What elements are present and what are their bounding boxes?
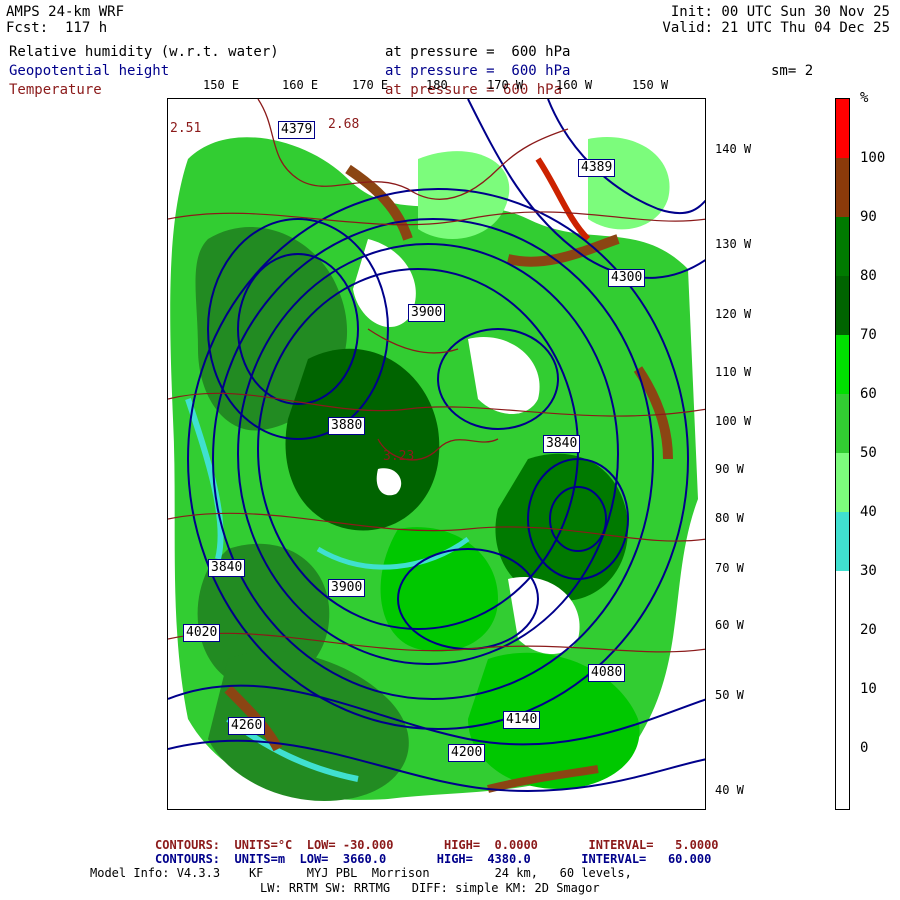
legend-color-bar: [835, 98, 850, 810]
legend-tick: 0: [860, 740, 869, 756]
top-lon-label: 160 E: [282, 78, 319, 92]
height-label: 4020: [183, 624, 221, 642]
legend-tick: 70: [860, 327, 877, 343]
legend-tick: 80: [860, 268, 877, 284]
gh-field-name: Geopotential height: [9, 63, 170, 79]
height-label: 4389: [578, 159, 616, 177]
model-title: AMPS 24-km WRF: [6, 4, 125, 20]
top-lon-label: 170 E: [352, 78, 389, 92]
top-lon-label: 180: [426, 78, 448, 92]
right-lon-label: 120 W: [715, 307, 752, 321]
legend-tick: 50: [860, 445, 877, 461]
height-label: 4200: [448, 744, 486, 762]
legend-segment: [836, 217, 849, 276]
legend-tick: 30: [860, 563, 877, 579]
gh-field-level: at pressure = 600 hPa: [385, 63, 571, 79]
height-label: 4260: [228, 717, 266, 735]
height-label: 3840: [543, 435, 581, 453]
right-lon-label: 80 W: [715, 511, 744, 525]
valid-time: Valid: 21 UTC Thu 04 Dec 25: [662, 20, 890, 36]
temp-contour-info: CONTOURS: UNITS=°C LOW= -30.000 HIGH= 0.…: [155, 838, 719, 852]
forecast-hour: Fcst: 117 h: [6, 20, 108, 36]
legend-tick: 90: [860, 209, 877, 225]
height-label: 3880: [328, 417, 366, 435]
right-lon-label: 50 W: [715, 688, 744, 702]
map-canvas: [168, 99, 705, 809]
temp-label: 3.23: [383, 449, 415, 464]
top-lon-label: 170 W: [487, 78, 524, 92]
init-time: Init: 00 UTC Sun 30 Nov 25: [670, 4, 890, 20]
right-lon-label: 110 W: [715, 365, 752, 379]
legend-segment: [836, 99, 849, 158]
temp-field-name: Temperature: [9, 82, 102, 98]
legend-tick: 10: [860, 681, 877, 697]
header-left: AMPS 24-km WRF Fcst: 117 h: [6, 4, 124, 36]
right-lon-label: 60 W: [715, 618, 744, 632]
height-label: 4080: [588, 664, 626, 682]
header-right: Init: 00 UTC Sun 30 Nov 25 Valid: 21 UTC…: [662, 4, 890, 36]
temp-field-level: at pressure = 600 hPa: [385, 82, 563, 98]
height-contour-info: CONTOURS: UNITS=m LOW= 3660.0 HIGH= 4380…: [155, 852, 712, 866]
top-lon-label: 150 E: [203, 78, 240, 92]
right-lon-label: 90 W: [715, 462, 744, 476]
right-lon-label: 70 W: [715, 561, 744, 575]
legend-segment: [836, 276, 849, 335]
legend-segment: [836, 335, 849, 394]
height-label: 4379: [278, 121, 316, 139]
legend-tick: 60: [860, 386, 877, 402]
right-lon-label: 40 W: [715, 783, 744, 797]
map-panel[interactable]: 4379 4389 4300 3900 3880 3840 3840 3900 …: [167, 98, 706, 810]
model-info-line1: Model Info: V4.3.3 KF MYJ PBL Morrison 2…: [90, 866, 632, 880]
height-label: 4140: [503, 711, 541, 729]
legend-tick: 100: [860, 150, 886, 166]
top-lon-label: 160 W: [556, 78, 593, 92]
height-label: 3840: [208, 559, 246, 577]
legend-segment: [836, 453, 849, 512]
temp-label: 2.68: [328, 117, 360, 132]
legend-segment: [836, 571, 849, 809]
right-lon-label: 100 W: [715, 414, 752, 428]
height-label: 4300: [608, 269, 646, 287]
height-label: 3900: [408, 304, 446, 322]
legend-segment: [836, 512, 849, 571]
right-lon-label: 140 W: [715, 142, 752, 156]
rh-shading: [168, 99, 705, 809]
legend-segment: [836, 158, 849, 217]
legend-unit: %: [860, 90, 869, 106]
legend-tick: 40: [860, 504, 877, 520]
legend-segment: [836, 394, 849, 453]
right-lon-label: 130 W: [715, 237, 752, 251]
model-info-line2: LW: RRTM SW: RRTMG DIFF: simple KM: 2D S…: [260, 881, 600, 895]
rh-field-level: at pressure = 600 hPa: [385, 44, 571, 60]
temp-label: 2.51: [170, 121, 202, 136]
smoothing-label: sm= 2: [771, 63, 814, 79]
legend-tick: 20: [860, 622, 877, 638]
rh-field-name: Relative humidity (w.r.t. water): [9, 44, 279, 60]
top-lon-label: 150 W: [632, 78, 669, 92]
height-label: 3900: [328, 579, 366, 597]
